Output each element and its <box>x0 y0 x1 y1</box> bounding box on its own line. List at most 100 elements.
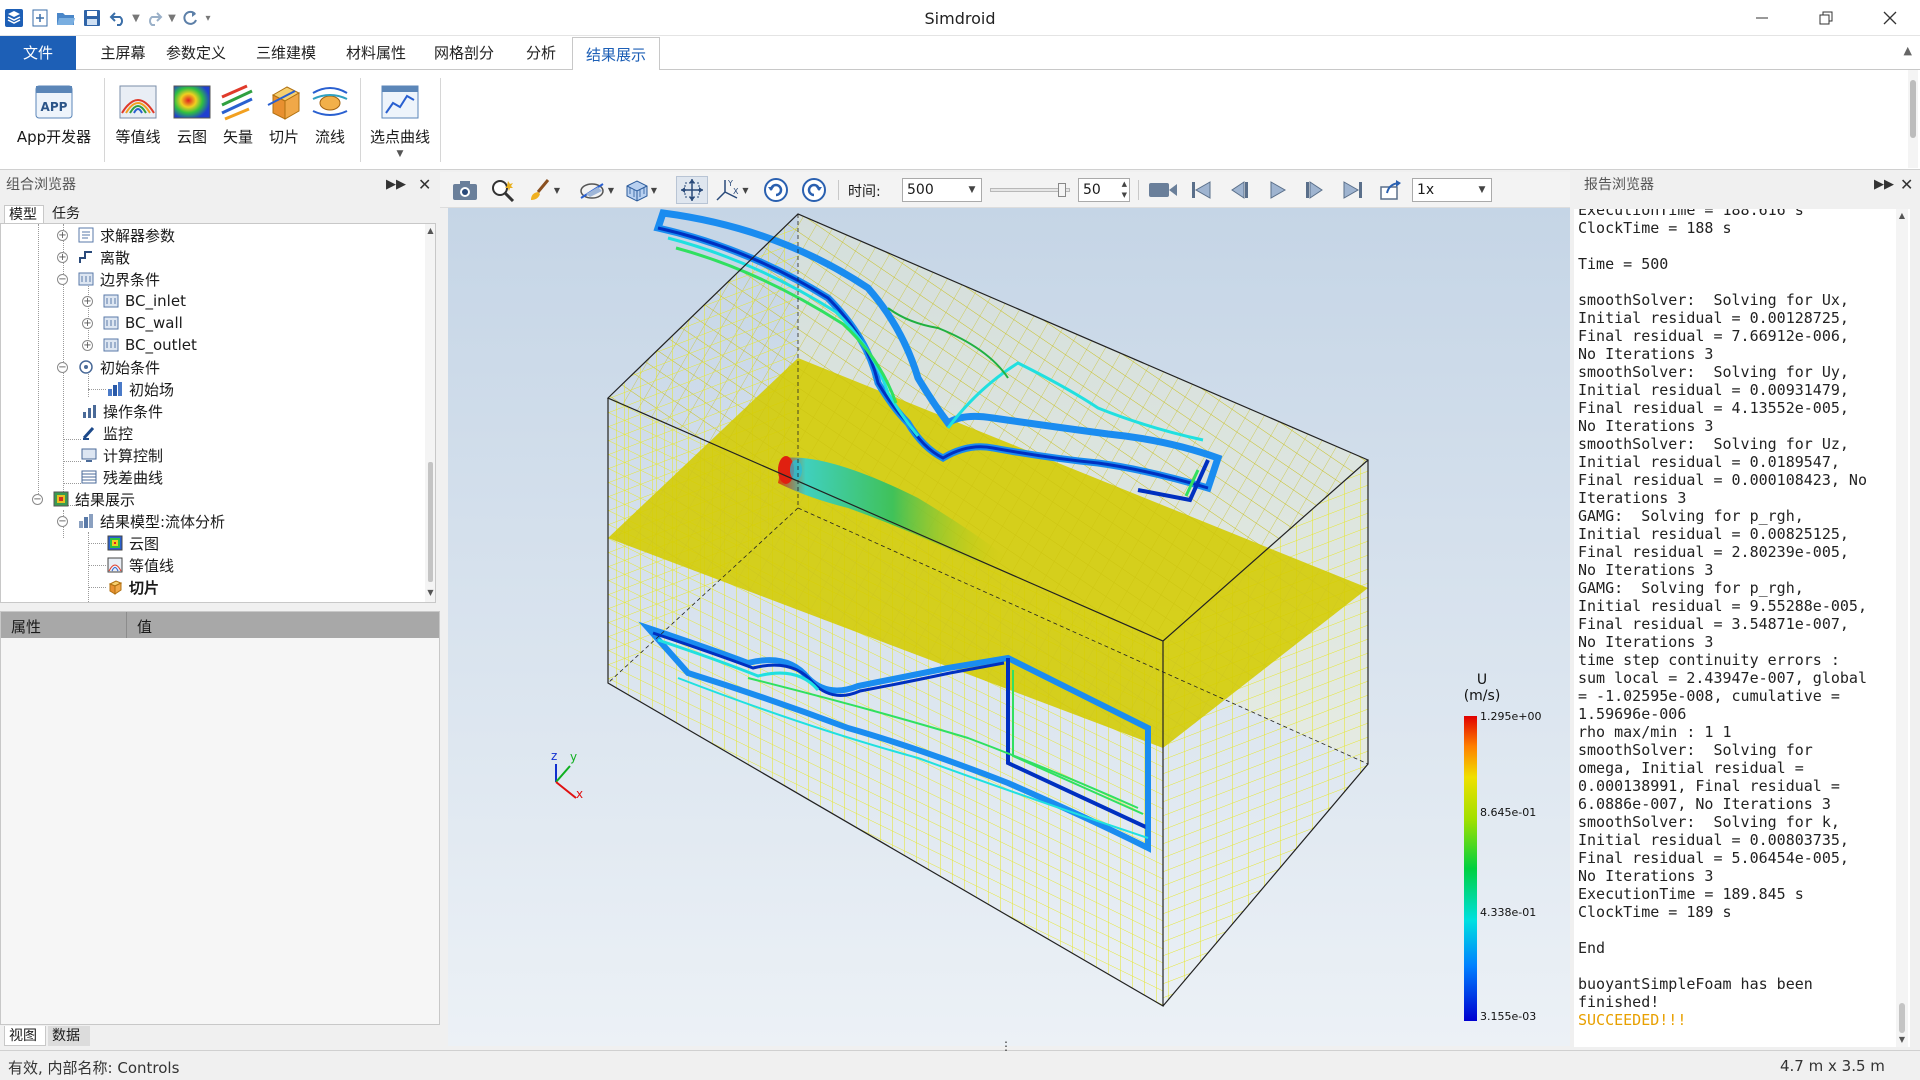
tab-model[interactable]: 模型 <box>4 205 44 223</box>
expand-icon[interactable]: + <box>82 295 93 307</box>
time-slider[interactable] <box>988 180 1072 200</box>
refresh-icon[interactable] <box>178 6 202 30</box>
section-dropdown-icon[interactable]: ▼ <box>608 186 614 195</box>
display-dropdown-icon[interactable]: ▼ <box>651 186 657 195</box>
zoom-icon[interactable] <box>488 176 518 204</box>
tab-data[interactable]: 数据 <box>48 1026 90 1046</box>
menu-analysis[interactable]: 分析 <box>516 36 566 70</box>
collapse-ribbon-icon[interactable]: ▲ <box>1904 44 1912 57</box>
collapse-icon[interactable]: − <box>57 515 68 527</box>
scroll-up-icon[interactable]: ▲ <box>1896 211 1908 220</box>
expand-icon[interactable]: + <box>57 251 68 263</box>
next-frame-icon[interactable] <box>1300 176 1330 204</box>
redo-dropdown-icon[interactable]: ▼ <box>168 11 176 25</box>
collapse-icon[interactable]: − <box>32 493 43 505</box>
3d-viewport[interactable]: z y x U (m/s) 1.295e+00 8.645e-01 4.338e… <box>448 208 1570 1046</box>
step-spinbox[interactable]: 50 ▲ ▼ <box>1078 178 1130 202</box>
customize-dropdown-icon[interactable]: ▾ <box>204 11 212 25</box>
tree-item-compute-control[interactable]: 计算控制 <box>81 444 163 466</box>
menu-results[interactable]: 结果展示 <box>572 37 660 71</box>
rotate-right-icon[interactable] <box>798 176 830 204</box>
previous-frame-icon[interactable] <box>1224 176 1254 204</box>
tree-item-operating-cond[interactable]: 操作条件 <box>81 400 163 422</box>
menu-file[interactable]: 文件 <box>0 36 76 70</box>
axis-view-icon[interactable]: YX ▼ <box>712 176 752 204</box>
tree-item-result-model[interactable]: − 结果模型:流体分析 <box>57 510 225 532</box>
scroll-down-icon[interactable]: ▼ <box>425 588 435 597</box>
tree-item-initial-field[interactable]: 初始场 <box>107 378 174 400</box>
close-panel-icon[interactable]: ✕ <box>1900 172 1913 198</box>
3d-scene[interactable]: z y x U (m/s) 1.295e+00 8.645e-01 4.338e… <box>448 208 1570 1046</box>
point-curve-dropdown-icon[interactable]: ▼ <box>397 149 404 159</box>
isoline-button[interactable]: 等值线 <box>112 80 164 147</box>
menu-meshing[interactable]: 网格剖分 <box>428 36 500 70</box>
undo-dropdown-icon[interactable]: ▼ <box>132 11 140 25</box>
redo-icon[interactable] <box>142 6 166 30</box>
scroll-up-icon[interactable]: ▲ <box>425 226 435 235</box>
pin-panel-icon[interactable]: ▶▶ <box>1874 172 1894 198</box>
contour-button[interactable]: 云图 <box>166 80 218 147</box>
time-select[interactable]: 500 ▼ <box>902 178 982 202</box>
report-scroll-thumb[interactable] <box>1899 1003 1905 1033</box>
menu-materials[interactable]: 材料属性 <box>340 36 412 70</box>
slice-button[interactable]: 切片 <box>258 80 310 147</box>
rotate-left-icon[interactable] <box>760 176 792 204</box>
expand-icon[interactable]: + <box>82 317 93 329</box>
display-mode-icon[interactable]: ▼ <box>618 176 662 204</box>
tree-item-solver-params[interactable]: + 求解器参数 <box>57 224 175 246</box>
expand-icon[interactable]: + <box>82 339 93 351</box>
restore-icon[interactable] <box>1796 0 1856 36</box>
tree-item-slice[interactable]: 切片 <box>107 576 159 598</box>
report-scrollbar[interactable]: ▲ ▼ <box>1896 209 1908 1047</box>
tree-item-residual-curve[interactable]: 残差曲线 <box>81 466 163 488</box>
vector-button[interactable]: 矢量 <box>212 80 264 147</box>
tab-task[interactable]: 任务 <box>48 205 88 223</box>
point-curve-button[interactable]: 选点曲线 ▼ <box>366 80 434 159</box>
export-icon[interactable] <box>1376 176 1406 204</box>
collapse-icon[interactable]: − <box>57 361 68 373</box>
tree-item-initial-cond[interactable]: − 初始条件 <box>57 356 160 378</box>
brush-icon[interactable]: ▼ <box>524 176 564 204</box>
menu-3d-modeling[interactable]: 三维建模 <box>250 36 322 70</box>
close-panel-icon[interactable]: ✕ <box>418 172 431 198</box>
last-frame-icon[interactable] <box>1338 176 1368 204</box>
close-icon[interactable] <box>1860 0 1920 36</box>
axis-view-dropdown-icon[interactable]: ▼ <box>742 186 748 195</box>
record-video-icon[interactable] <box>1146 176 1180 204</box>
app-developer-button[interactable]: APP App开发器 <box>14 80 94 147</box>
tab-view[interactable]: 视图 <box>4 1026 46 1046</box>
tree-item-bc-wall[interactable]: + BC_wall <box>82 312 183 334</box>
speed-select[interactable]: 1x ▼ <box>1412 178 1492 202</box>
tree-item-discrete[interactable]: + 离散 <box>57 246 130 268</box>
slider-thumb[interactable] <box>1058 183 1066 197</box>
save-icon[interactable] <box>80 6 104 30</box>
app-logo-icon[interactable] <box>2 6 26 30</box>
menu-parameters[interactable]: 参数定义 <box>160 36 232 70</box>
pin-panel-icon[interactable]: ▶▶ <box>386 172 406 198</box>
first-frame-icon[interactable] <box>1186 176 1216 204</box>
tree-item-isoline[interactable]: 等值线 <box>107 554 174 576</box>
tree-item-results[interactable]: − 结果展示 <box>32 488 135 510</box>
collapse-icon[interactable]: − <box>57 273 68 285</box>
camera-icon[interactable] <box>450 176 480 204</box>
play-icon[interactable] <box>1262 176 1292 204</box>
scroll-down-icon[interactable]: ▼ <box>1896 1035 1908 1044</box>
tree-item-boundary[interactable]: − 边界条件 <box>57 268 160 290</box>
brush-dropdown-icon[interactable]: ▼ <box>554 186 560 195</box>
section-view-icon[interactable]: ▼ <box>574 176 618 204</box>
expand-icon[interactable]: + <box>57 229 68 241</box>
tree-item-monitor[interactable]: 监控 <box>81 422 133 444</box>
tree-scroll-thumb[interactable] <box>428 462 433 582</box>
fit-view-icon[interactable] <box>676 176 708 204</box>
minimize-icon[interactable] <box>1732 0 1792 36</box>
report-log[interactable]: ExecutionTime = 188.616 s ClockTime = 188… <box>1574 209 1910 1047</box>
tree-scrollbar[interactable]: ▲ ▼ <box>425 224 435 602</box>
undo-icon[interactable] <box>106 6 130 30</box>
new-icon[interactable] <box>28 6 52 30</box>
ribbon-scrollbar[interactable] <box>1908 70 1918 168</box>
open-icon[interactable] <box>54 6 78 30</box>
tree-item-contour[interactable]: 云图 <box>107 532 159 554</box>
spin-arrows-icon[interactable]: ▲ ▼ <box>1122 179 1127 201</box>
menu-home[interactable]: 主屏幕 <box>80 36 166 70</box>
tree-item-bc-inlet[interactable]: + BC_inlet <box>82 290 186 312</box>
